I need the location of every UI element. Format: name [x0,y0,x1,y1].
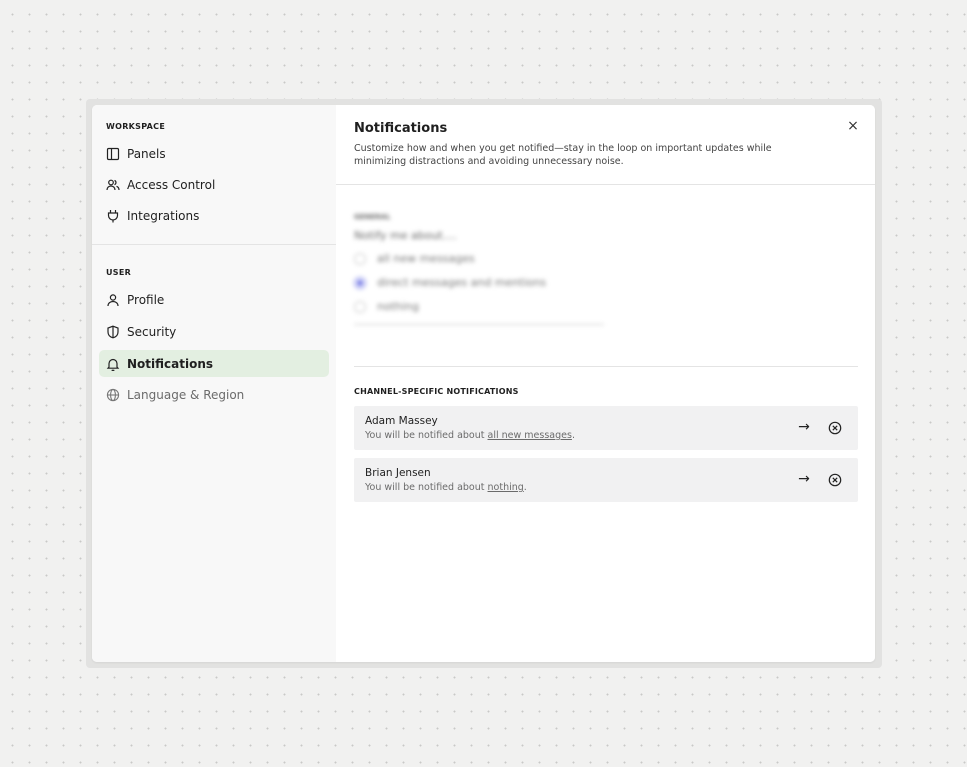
sidebar-item-access-control[interactable]: Access Control [99,171,329,198]
radio-option-label: direct messages and mentions [377,276,547,289]
settings-dialog: WORKSPACE Panels Access Control Integrat… [92,105,875,662]
sidebar-item-profile[interactable]: Profile [99,286,329,313]
remove-circle-icon[interactable] [828,420,842,435]
user-section-label: USER [106,268,132,277]
sidebar-item-label: Profile [127,292,165,307]
plug-icon [106,209,120,223]
radio-option-direct[interactable]: direct messages and mentions [354,276,644,289]
channel-setting-link[interactable]: nothing [488,482,524,493]
users-icon [106,178,120,192]
general-settings-blurred: GENERAL Notify me about.... all new mess… [354,213,644,325]
channel-setting-link[interactable]: all new messages [488,430,572,441]
blurred-divider [354,324,604,325]
globe-icon [106,388,120,402]
radio-option-label: nothing [377,300,419,313]
sidebar-item-label: Integrations [127,208,200,223]
person-icon [106,293,120,307]
channel-setting-text: You will be notified about nothing. [365,482,527,493]
header-divider [336,184,875,185]
radio-button[interactable] [354,300,366,313]
sidebar-item-security[interactable]: Security [99,318,329,345]
channel-row-adam-massey[interactable]: Adam Massey You will be notified about a… [354,406,858,450]
sidebar-item-notifications[interactable]: Notifications [99,350,329,377]
shield-icon [106,325,120,339]
channel-section-label: CHANNEL-SPECIFIC NOTIFICATIONS [354,387,519,396]
radio-button[interactable] [354,252,366,265]
sidebar-item-label: Access Control [127,177,216,192]
sidebar-divider [92,244,336,245]
sidebar-item-panels[interactable]: Panels [99,140,329,167]
general-question: Notify me about.... [354,229,457,242]
radio-button-selected[interactable] [354,276,366,289]
bell-icon [106,357,120,371]
page-description: Customize how and when you get notified—… [354,143,772,167]
sidebar-item-label: Notifications [127,356,214,371]
close-icon[interactable]: × [845,118,861,134]
sidebar-item-language-region[interactable]: Language & Region [99,381,329,408]
notifications-panel: Notifications Customize how and when you… [336,105,875,662]
radio-option-label: all new messages [377,252,475,265]
sidebar-item-integrations[interactable]: Integrations [99,202,329,229]
sidebar-item-label: Panels [127,146,166,161]
sidebar-item-label: Language & Region [127,387,245,402]
page-title: Notifications [354,121,448,136]
channel-row-brian-jensen[interactable]: Brian Jensen You will be notified about … [354,458,858,502]
channel-name: Adam Massey [365,415,438,427]
remove-circle-icon[interactable] [828,472,842,487]
radio-option-nothing[interactable]: nothing [354,300,644,313]
section-divider [354,366,858,367]
general-section-label: GENERAL [354,213,391,221]
channel-name: Brian Jensen [365,467,431,479]
workspace-section-label: WORKSPACE [106,122,166,131]
panels-icon [106,147,120,161]
sidebar-item-label: Security [127,324,177,339]
arrow-right-icon[interactable]: → [796,419,812,435]
channel-setting-text: You will be notified about all new messa… [365,430,575,441]
sidebar: WORKSPACE Panels Access Control Integrat… [92,105,336,662]
radio-option-all[interactable]: all new messages [354,252,644,265]
arrow-right-icon[interactable]: → [796,471,812,487]
